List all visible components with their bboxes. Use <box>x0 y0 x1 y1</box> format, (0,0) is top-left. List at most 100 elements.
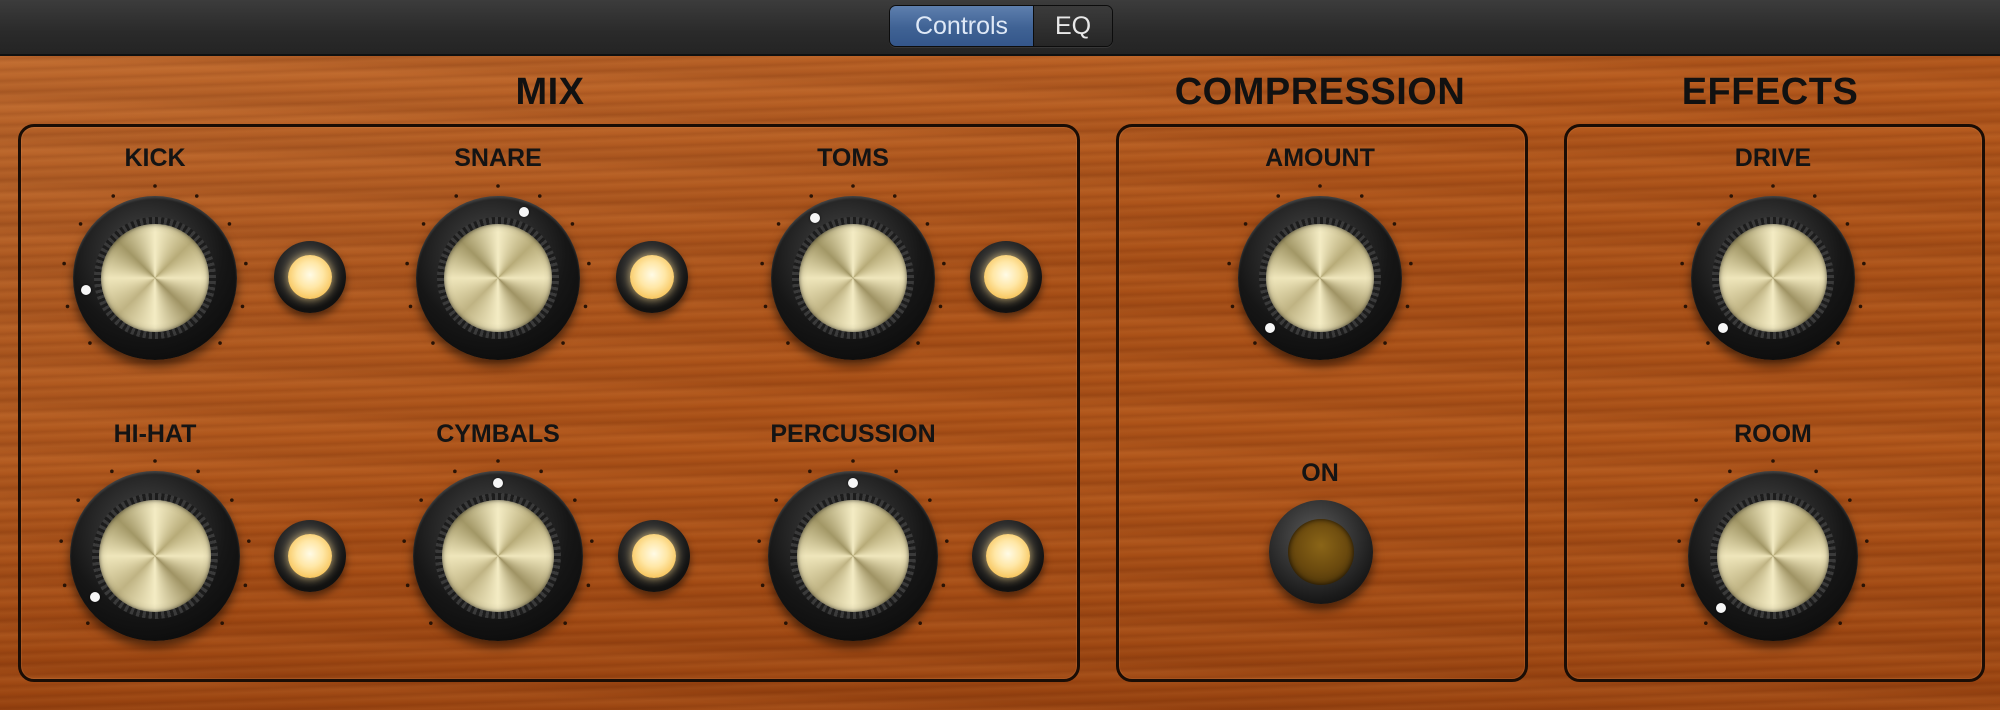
knob-tick <box>454 194 459 198</box>
knob-tick <box>110 469 114 474</box>
knob-face <box>443 223 553 333</box>
knob-tick <box>1848 498 1852 502</box>
view-segmented-control: Controls EQ <box>889 5 1113 47</box>
knob-indicator <box>848 477 858 488</box>
kick-label: KICK <box>124 144 186 172</box>
knob-tick <box>1680 583 1685 588</box>
knob-tick <box>78 222 83 226</box>
knob-tick <box>1771 184 1775 188</box>
knob-tick <box>421 222 426 226</box>
controls-tab[interactable]: Controls <box>890 6 1034 46</box>
knob-tick <box>786 341 790 345</box>
on-label: ON <box>1301 459 1339 487</box>
knob-tick <box>1359 194 1364 198</box>
knob-tick <box>1318 184 1322 188</box>
eq-tab[interactable]: EQ <box>1034 6 1112 46</box>
knob-tick <box>419 498 423 502</box>
knob-tick <box>196 469 200 474</box>
percussion-knob[interactable] <box>748 451 958 661</box>
knob-tick <box>776 222 781 226</box>
knob-tick <box>243 583 248 588</box>
toms-knob[interactable] <box>751 176 955 380</box>
knob-tick <box>1729 194 1734 198</box>
knob-tick <box>408 304 413 309</box>
knob-tick <box>1227 261 1231 266</box>
knob-tick <box>405 583 410 588</box>
knob-tick <box>429 621 433 625</box>
knob-tick <box>1728 469 1732 474</box>
compression-amount-knob[interactable] <box>1218 176 1422 380</box>
cymbals-label: CYMBALS <box>436 420 560 448</box>
knob-tick <box>1696 222 1701 226</box>
knob-tick <box>1836 341 1840 345</box>
percussion-lamp-button[interactable] <box>972 520 1044 592</box>
toms-lamp-button[interactable] <box>970 241 1042 313</box>
knob-tick <box>1858 304 1863 309</box>
knob-tick <box>62 261 66 266</box>
lamp-bulb <box>288 255 332 299</box>
cymbals-lamp-button[interactable] <box>618 520 690 592</box>
knob-tick <box>945 539 949 543</box>
lamp-bulb <box>632 534 676 578</box>
knob-tick <box>1409 261 1413 266</box>
knob-tick <box>220 621 224 625</box>
knob-tick <box>894 469 898 474</box>
knob-tick <box>62 583 67 588</box>
knob-tick <box>763 304 768 309</box>
amount-label: AMOUNT <box>1265 144 1375 172</box>
knob-tick <box>405 261 409 266</box>
kick-lamp-button[interactable] <box>274 241 346 313</box>
lamp-bulb <box>986 534 1030 578</box>
hihat-knob[interactable] <box>50 451 260 661</box>
knob-tick <box>240 304 245 309</box>
knob-tick <box>561 341 565 345</box>
effects-section-title: EFFECTS <box>1681 71 1859 113</box>
knob-tick <box>496 459 500 463</box>
knob-tick <box>1862 261 1866 266</box>
on-lamp-bulb <box>1288 519 1354 585</box>
knob-tick <box>760 583 765 588</box>
knob-tick <box>590 539 594 543</box>
room-knob[interactable] <box>1668 451 1878 661</box>
knob-tick <box>1405 304 1410 309</box>
knob-tick <box>941 583 946 588</box>
percussion-label: PERCUSSION <box>770 420 936 448</box>
knob-tick <box>809 194 814 198</box>
knob-tick <box>587 261 591 266</box>
knob-tick <box>808 469 812 474</box>
knob-tick <box>1383 341 1387 345</box>
knob-tick <box>86 621 90 625</box>
knob-tick <box>1677 539 1681 543</box>
cymbals-knob[interactable] <box>393 451 603 661</box>
drive-knob[interactable] <box>1671 176 1875 380</box>
knob-tick <box>573 498 577 502</box>
knob-face <box>98 499 212 613</box>
knob-tick <box>1683 304 1688 309</box>
knob-face <box>100 223 210 333</box>
kick-knob[interactable] <box>53 176 257 380</box>
snare-label: SNARE <box>454 144 542 172</box>
knob-tick <box>1861 583 1866 588</box>
room-label: ROOM <box>1734 420 1812 448</box>
knob-tick <box>1392 222 1397 226</box>
snare-knob[interactable] <box>396 176 600 380</box>
knob-tick <box>1276 194 1281 198</box>
knob-tick <box>892 194 897 198</box>
compression-on-button[interactable] <box>1269 500 1373 604</box>
knob-tick <box>774 498 778 502</box>
knob-tick <box>1230 304 1235 309</box>
knob-face <box>1718 223 1828 333</box>
knob-tick <box>65 304 70 309</box>
snare-lamp-button[interactable] <box>616 241 688 313</box>
knob-tick <box>784 621 788 625</box>
knob-face <box>1716 499 1830 613</box>
knob-tick <box>227 222 232 226</box>
top-toolbar: Controls EQ <box>0 0 2000 56</box>
knob-tick <box>1243 222 1248 226</box>
knob-tick <box>76 498 80 502</box>
knob-indicator <box>80 285 91 296</box>
hihat-lamp-button[interactable] <box>274 520 346 592</box>
knob-tick <box>563 621 567 625</box>
knob-tick <box>757 539 761 543</box>
knob-tick <box>1812 194 1817 198</box>
